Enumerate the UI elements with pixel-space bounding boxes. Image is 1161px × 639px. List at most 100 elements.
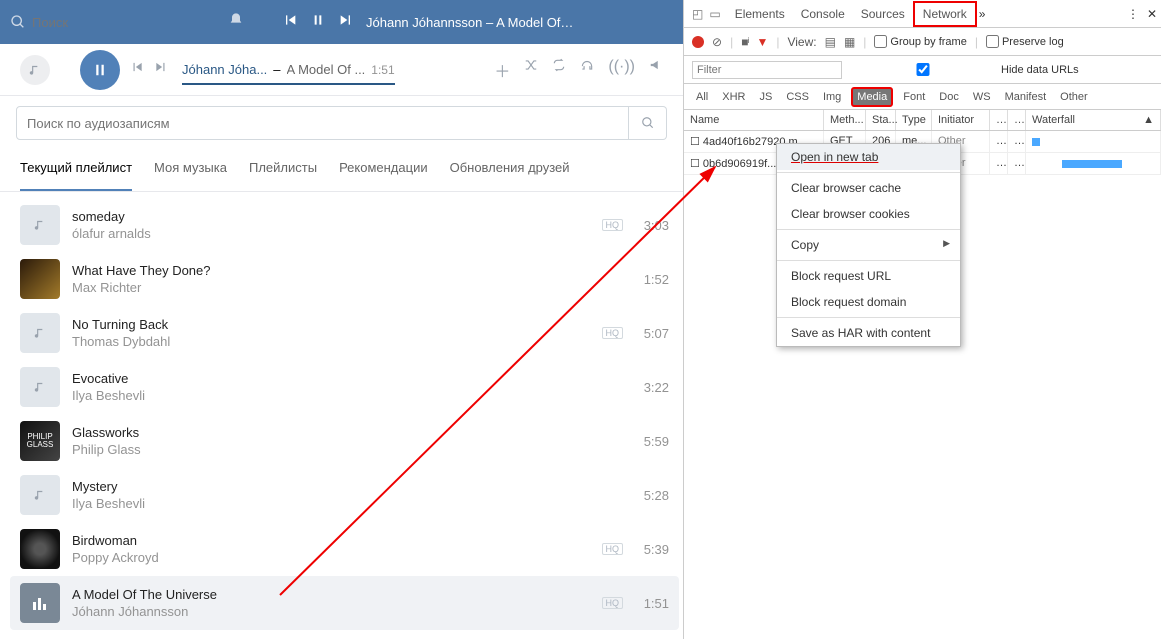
more-tabs-icon[interactable]: » [979, 7, 986, 21]
add-icon[interactable]: ＋ [494, 58, 510, 82]
track-artist: Thomas Dybdahl [72, 334, 602, 349]
vk-music-pane: Jóhann Jóhannsson – A Model Of T... Jóha… [0, 0, 683, 639]
menu-item[interactable]: Copy [777, 232, 960, 258]
tab-4[interactable]: Обновления друзей [450, 146, 570, 191]
record-button[interactable] [692, 36, 704, 48]
type-filter-other[interactable]: Other [1056, 89, 1092, 105]
req-d2: … [1008, 131, 1026, 152]
col-waterfall[interactable]: Waterfall ▲ [1026, 110, 1161, 130]
type-filter-media[interactable]: Media [851, 87, 893, 107]
prev-track-icon[interactable] [282, 12, 298, 33]
device-icon[interactable]: ▭ [709, 7, 720, 21]
hq-badge: HQ [602, 327, 624, 339]
audio-search-box[interactable] [16, 106, 629, 140]
track-cover: PHILIPGLASS [20, 421, 60, 461]
devtools-menu-icon[interactable]: ⋮ [1121, 7, 1145, 21]
track-duration: 3:03 [633, 218, 669, 233]
col-method[interactable]: Meth... [824, 110, 866, 130]
repeat-icon[interactable] [552, 58, 566, 82]
current-track-info: Jóhann Jóha... – A Model Of ... 1:51 [182, 62, 395, 77]
global-search-input[interactable] [32, 15, 192, 30]
devtools-tab-network[interactable]: Network [913, 1, 977, 27]
menu-item[interactable]: Save as HAR with content [777, 320, 960, 346]
devtools-panel: ◰ ▭ ElementsConsoleSourcesNetwork » ⋮ ✕ … [683, 0, 1161, 639]
track-row[interactable]: PHILIPGLASSGlassworksPhilip Glass5:59 [10, 414, 679, 468]
music-section-icon[interactable] [20, 55, 50, 85]
headphones-icon[interactable] [580, 58, 594, 82]
menu-item[interactable]: Open in new tab [777, 144, 960, 170]
track-cover [20, 583, 60, 623]
track-title: Mystery [72, 479, 633, 494]
req-d2: … [1008, 153, 1026, 174]
camera-icon[interactable]: ■ͥ [741, 35, 748, 49]
track-row[interactable]: BirdwomanPoppy AckroydHQ5:39 [10, 522, 679, 576]
col-type[interactable]: Type [896, 110, 932, 130]
current-time: 1:51 [371, 63, 394, 77]
type-filter-css[interactable]: CSS [782, 89, 813, 105]
devtools-tab-elements[interactable]: Elements [727, 3, 793, 25]
global-search[interactable] [10, 14, 220, 30]
devtools-tab-sources[interactable]: Sources [853, 3, 913, 25]
menu-item[interactable]: Clear browser cache [777, 175, 960, 201]
track-artist: Max Richter [72, 280, 633, 295]
track-duration: 1:52 [633, 272, 669, 287]
inspect-icon[interactable]: ◰ [692, 7, 703, 21]
tab-1[interactable]: Моя музыка [154, 146, 227, 191]
track-artist: Ilya Beshevli [72, 388, 633, 403]
devtools-close-icon[interactable]: ✕ [1147, 7, 1157, 21]
type-filter-font[interactable]: Font [899, 89, 929, 105]
clear-icon[interactable]: ⊘ [712, 35, 722, 49]
menu-item[interactable]: Block request domain [777, 289, 960, 315]
col-dots1[interactable]: … [990, 110, 1008, 130]
group-by-frame-checkbox[interactable]: Group by frame [874, 35, 966, 48]
network-grid-body: ☐ 4ad40f16b27920.m...GET206me...Other……☐… [684, 131, 1161, 639]
type-filter-manifest[interactable]: Manifest [1001, 89, 1051, 105]
track-row[interactable]: What Have They Done?Max Richter1:52 [10, 252, 679, 306]
filter-input[interactable] [692, 61, 842, 79]
track-artist: Ilya Beshevli [72, 496, 633, 511]
tab-0[interactable]: Текущий плейлист [20, 146, 132, 191]
track-artist: Philip Glass [72, 442, 633, 457]
broadcast-icon[interactable]: ((·)) [608, 58, 635, 82]
type-filter-doc[interactable]: Doc [935, 89, 963, 105]
track-row[interactable]: No Turning BackThomas DybdahlHQ5:07 [10, 306, 679, 360]
type-filter-xhr[interactable]: XHR [718, 89, 749, 105]
type-filter-ws[interactable]: WS [969, 89, 995, 105]
track-duration: 3:22 [633, 380, 669, 395]
play-pause-button[interactable] [80, 50, 120, 90]
col-name[interactable]: Name [684, 110, 824, 130]
col-status[interactable]: Sta... [866, 110, 896, 130]
audio-search-button[interactable] [629, 106, 667, 140]
col-initiator[interactable]: Initiator [932, 110, 990, 130]
track-row[interactable]: EvocativeIlya Beshevli3:22 [10, 360, 679, 414]
type-filter-img[interactable]: Img [819, 89, 845, 105]
shuffle-icon[interactable] [524, 58, 538, 82]
track-title: Glassworks [72, 425, 633, 440]
track-row[interactable]: somedayólafur arnaldsHQ3:03 [10, 198, 679, 252]
filter-icon[interactable]: ▼ [756, 35, 768, 49]
next-icon[interactable] [154, 60, 168, 79]
next-track-icon[interactable] [338, 12, 354, 33]
devtools-tab-console[interactable]: Console [793, 3, 853, 25]
current-artist[interactable]: Jóhann Jóha... [182, 62, 267, 77]
track-row[interactable]: A Model Of The UniverseJóhann Jóhannsson… [10, 576, 679, 630]
pause-icon[interactable] [310, 12, 326, 33]
track-row[interactable]: MysteryIlya Beshevli5:28 [10, 468, 679, 522]
tab-2[interactable]: Плейлисты [249, 146, 317, 191]
hide-data-urls-checkbox[interactable]: Hide data URLs [848, 63, 1079, 76]
prev-icon[interactable] [130, 60, 144, 79]
tab-3[interactable]: Рекомендации [339, 146, 428, 191]
notifications-icon[interactable] [228, 12, 244, 33]
type-filter-js[interactable]: JS [755, 89, 776, 105]
network-toolbar: ⊘ | ■ͥ ▼ | View: ▤ ▦ | Group by frame | … [684, 28, 1161, 56]
req-waterfall [1026, 131, 1161, 152]
preserve-log-checkbox[interactable]: Preserve log [986, 35, 1064, 48]
view-overview-icon[interactable]: ▦ [844, 35, 855, 49]
type-filter-all[interactable]: All [692, 89, 712, 105]
audio-search-input[interactable] [27, 116, 618, 131]
menu-item[interactable]: Block request URL [777, 263, 960, 289]
megaphone-icon[interactable] [649, 58, 663, 82]
col-dots2[interactable]: … [1008, 110, 1026, 130]
view-large-icon[interactable]: ▤ [825, 35, 836, 49]
menu-item[interactable]: Clear browser cookies [777, 201, 960, 227]
